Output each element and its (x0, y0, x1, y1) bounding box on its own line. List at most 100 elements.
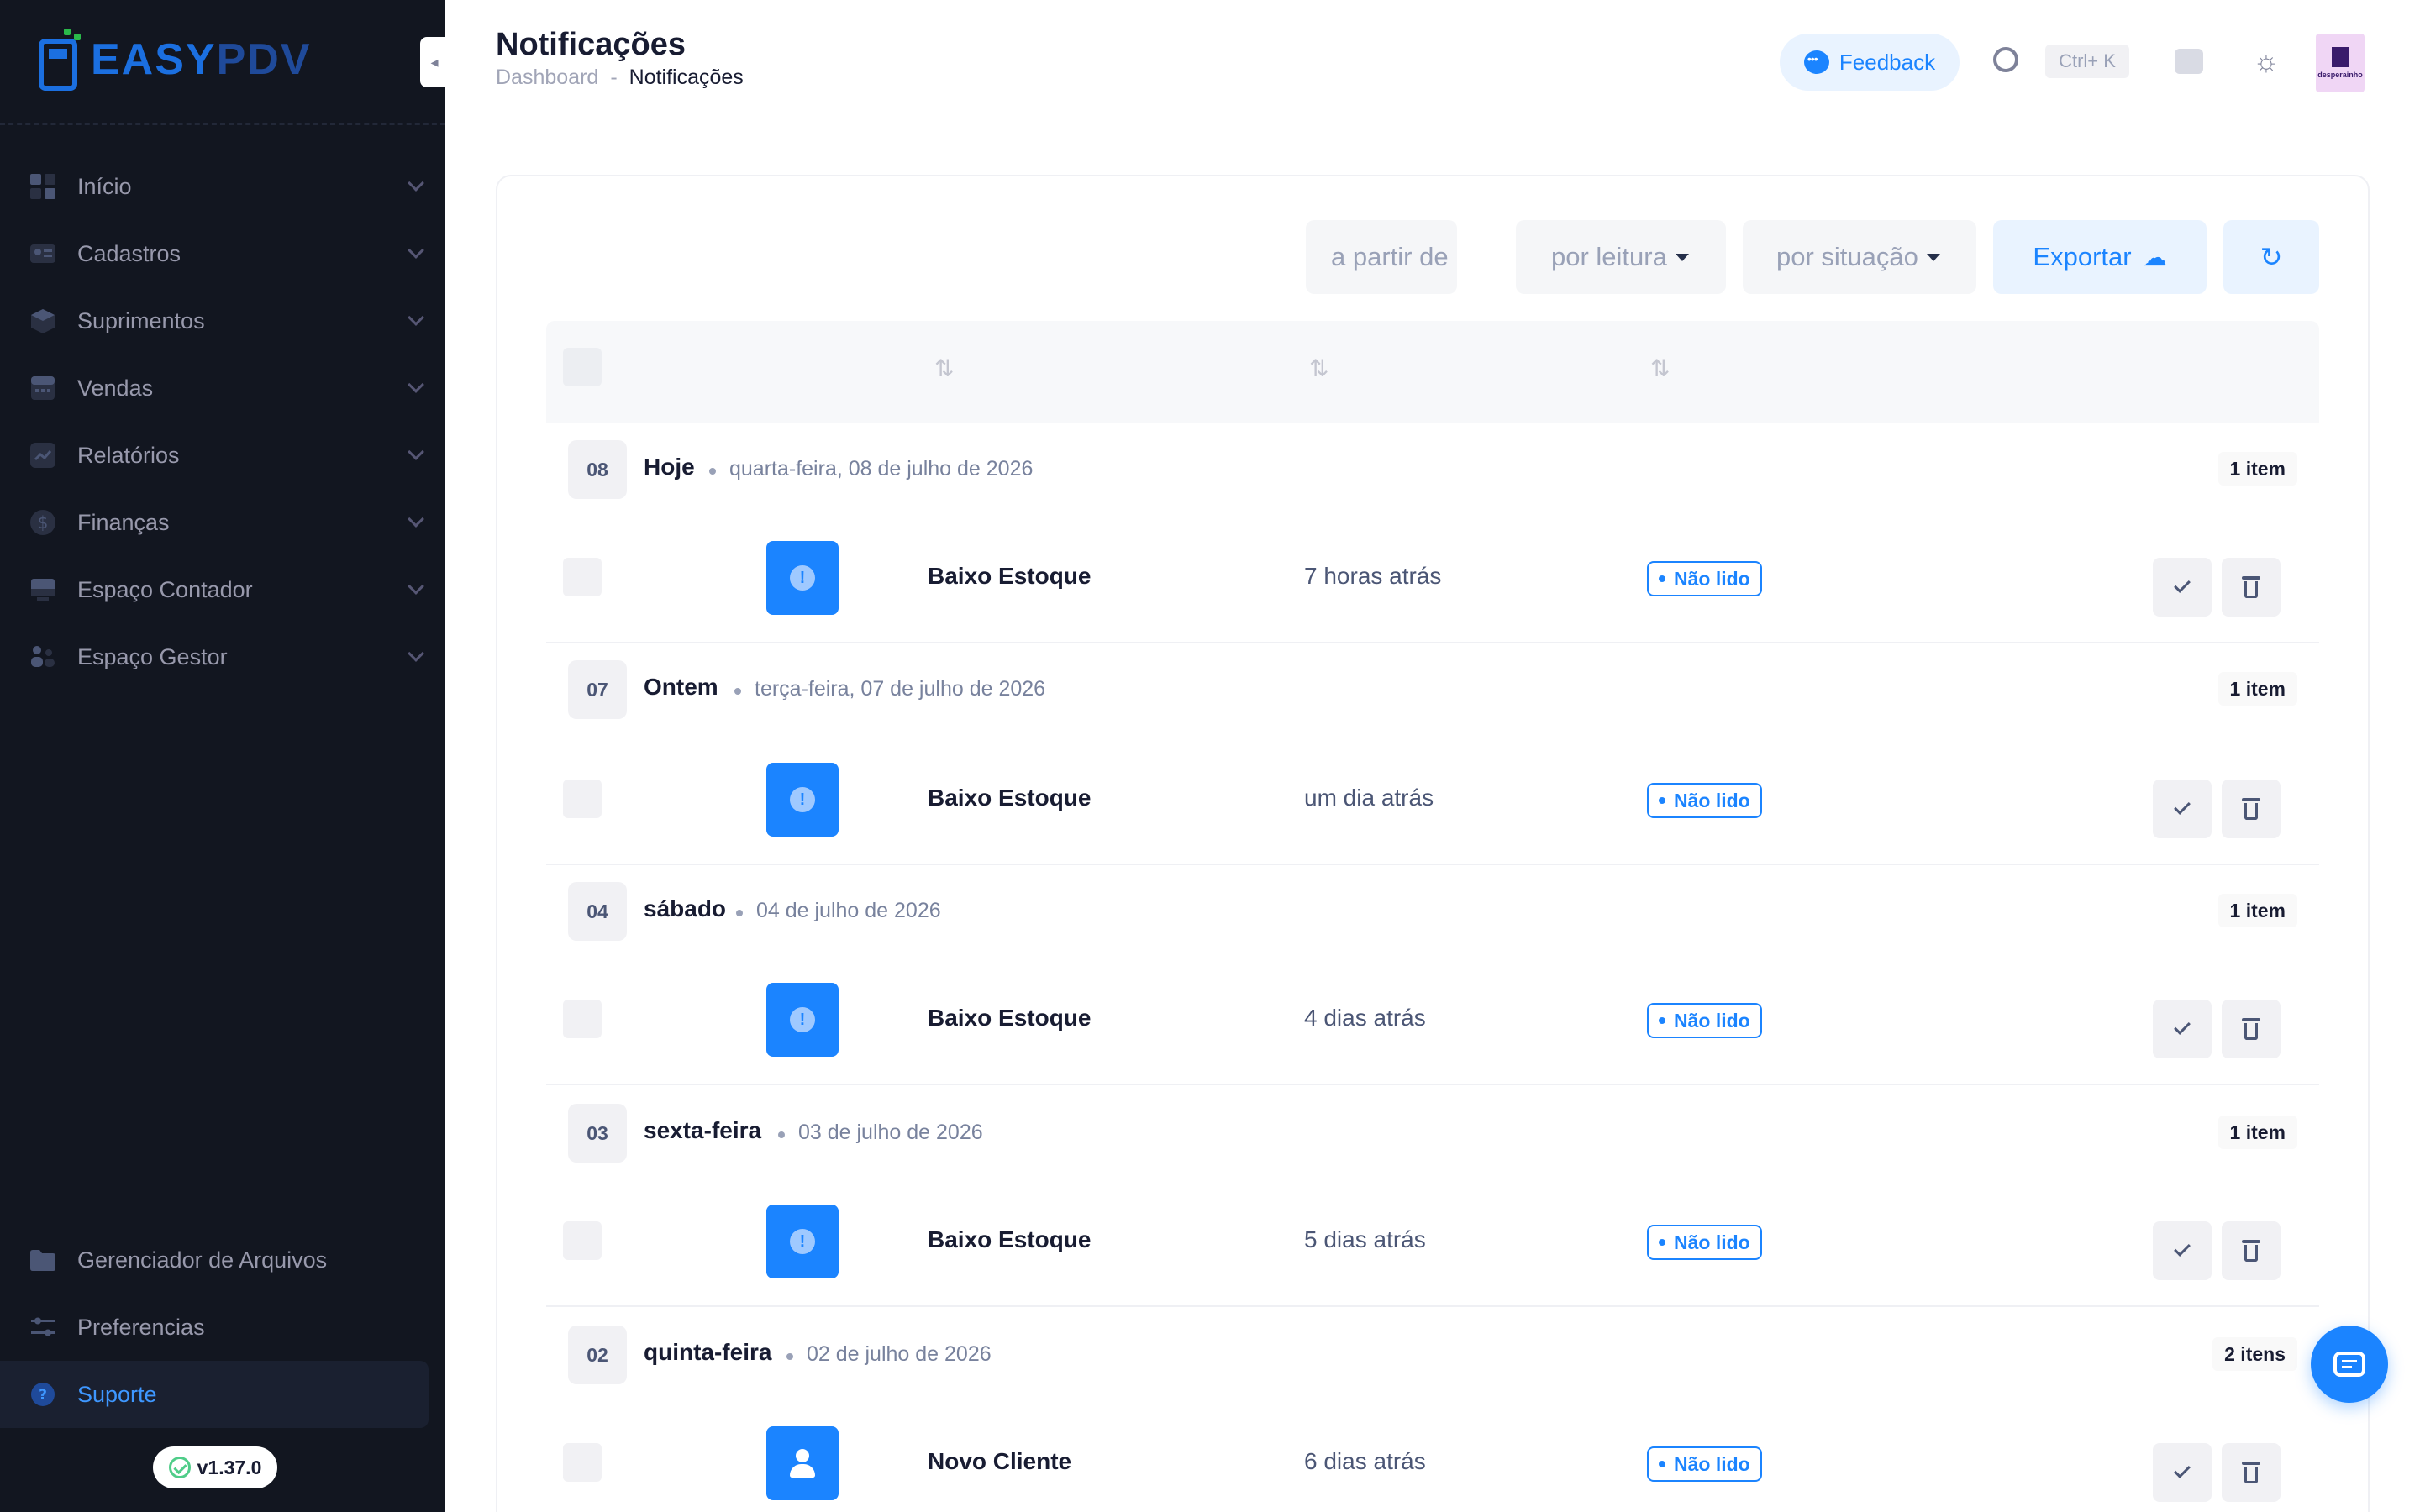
feedback-label: Feedback (1839, 49, 1936, 75)
chat-icon (2333, 1352, 2365, 1377)
refresh-button[interactable]: ↻ (2223, 220, 2319, 294)
separator-dot (736, 910, 743, 916)
check-icon (2174, 1018, 2191, 1035)
sidebar-item-espaco-contador[interactable]: Espaço Contador (0, 556, 445, 623)
support-chat-button[interactable] (2311, 1326, 2388, 1403)
notification-row[interactable]: ! Baixo Estoque 5 dias atrás Não lido (546, 1176, 2319, 1307)
calculator-icon (29, 374, 57, 402)
reading-filter-label: por leitura (1551, 242, 1667, 271)
search-icon[interactable] (1993, 47, 2018, 72)
sidebar-item-label: Preferencias (77, 1314, 205, 1340)
sidebar-nav: Início Cadastros Suprimentos Vendas Rela… (0, 153, 445, 690)
sidebar-toggle-button[interactable]: ◂ (420, 37, 449, 87)
brand-logo[interactable]: EASYPDV (39, 29, 312, 91)
sidebar-item-relatorios[interactable]: Relatórios (0, 422, 445, 489)
mark-read-button[interactable] (2153, 1443, 2212, 1502)
sidebar-item-inicio[interactable]: Início (0, 153, 445, 220)
day-date: 03 de julho de 2026 (798, 1121, 983, 1144)
sidebar-item-financas[interactable]: $ Finanças (0, 489, 445, 556)
day-group-header: 04 sábado 04 de julho de 2026 1 item (546, 865, 2319, 954)
chevron-down-icon (408, 242, 424, 259)
row-checkbox[interactable] (563, 1000, 602, 1038)
row-checkbox[interactable] (563, 780, 602, 818)
sidebar-item-espaco-gestor[interactable]: Espaço Gestor (0, 623, 445, 690)
sidebar-item-preferencias[interactable]: Preferencias (0, 1294, 445, 1361)
status-badge: Não lido (1647, 1446, 1762, 1482)
sidebar-item-vendas[interactable]: Vendas (0, 354, 445, 422)
item-count-badge: 1 item (2217, 894, 2297, 927)
status-badge: Não lido (1647, 783, 1762, 818)
status-filter-select[interactable]: por situação (1743, 220, 1976, 294)
sidebar-item-cadastros[interactable]: Cadastros (0, 220, 445, 287)
sun-icon[interactable]: ☼ (2252, 45, 2281, 77)
breadcrumb-current: Notificações (629, 66, 744, 89)
low-stock-icon: ! (766, 763, 839, 837)
sort-icon[interactable]: ⇅ (1309, 354, 1328, 382)
chevron-down-icon (408, 578, 424, 595)
delete-button[interactable] (2222, 1443, 2281, 1502)
sidebar-item-gerenciador-arquivos[interactable]: Gerenciador de Arquivos (0, 1226, 445, 1294)
chevron-down-icon (408, 511, 424, 528)
svg-text:?: ? (39, 1387, 47, 1404)
chevron-down-icon (408, 376, 424, 393)
delete-button[interactable] (2222, 780, 2281, 838)
chevron-down-icon (408, 309, 424, 326)
check-icon (2174, 1240, 2191, 1257)
mark-read-button[interactable] (2153, 780, 2212, 838)
low-stock-icon: ! (766, 983, 839, 1057)
breadcrumb: Dashboard - Notificações (496, 66, 744, 90)
sidebar-item-label: Cadastros (77, 240, 182, 266)
avatar[interactable]: desperainho (2316, 34, 2365, 92)
breadcrumb-dashboard[interactable]: Dashboard (496, 66, 598, 90)
mark-read-button[interactable] (2153, 558, 2212, 617)
delete-button[interactable] (2222, 558, 2281, 617)
date-filter-input[interactable]: a partir de (1306, 220, 1457, 294)
sidebar-item-label: Suprimentos (77, 307, 205, 333)
notification-row[interactable]: Novo Cliente 6 dias atrás Não lido (546, 1398, 2319, 1512)
mark-read-button[interactable] (2153, 1000, 2212, 1058)
chevron-down-icon (408, 645, 424, 662)
sort-icon[interactable]: ⇅ (1650, 354, 1670, 382)
day-group-header: 07 Ontem terça-feira, 07 de julho de 202… (546, 643, 2319, 732)
sidebar-item-label: Espaço Gestor (77, 643, 228, 669)
sidebar: EASYPDV Início Cadastros Suprimentos Ven… (0, 0, 445, 1512)
day-badge: 08 (568, 440, 627, 499)
trash-icon (2242, 1240, 2260, 1262)
chevron-left-icon: ◂ (430, 53, 439, 71)
status-badge: Não lido (1647, 1003, 1762, 1038)
reading-filter-select[interactable]: por leitura (1516, 220, 1726, 294)
trash-icon (2242, 576, 2260, 598)
day-group-header: 02 quinta-feira 02 de julho de 2026 2 it… (546, 1309, 2319, 1398)
delete-button[interactable] (2222, 1000, 2281, 1058)
notification-row[interactable]: ! Baixo Estoque 4 dias atrás Não lido (546, 954, 2319, 1085)
notification-time: 4 dias atrás (1304, 1005, 1426, 1031)
day-badge: 07 (568, 660, 627, 719)
sidebar-item-label: Início (77, 173, 132, 199)
users-icon (29, 643, 57, 671)
mark-read-button[interactable] (2153, 1221, 2212, 1280)
notification-row[interactable]: ! Baixo Estoque um dia atrás Não lido (546, 734, 2319, 865)
search-shortcut: Ctrl+ K (2045, 45, 2129, 78)
sidebar-item-label: Espaço Contador (77, 576, 253, 602)
notification-row[interactable]: ! Baixo Estoque 7 horas atrás Não lido (546, 512, 2319, 643)
sidebar-item-label: Relatórios (77, 442, 180, 468)
row-checkbox[interactable] (563, 1221, 602, 1260)
sort-icon[interactable]: ⇅ (934, 354, 954, 382)
caret-down-icon (1926, 253, 1940, 261)
sidebar-item-suporte[interactable]: ? Suporte (0, 1361, 429, 1428)
brand-name: EASYPDV (91, 35, 312, 84)
row-checkbox[interactable] (563, 1443, 602, 1482)
delete-button[interactable] (2222, 1221, 2281, 1280)
feedback-button[interactable]: Feedback (1780, 34, 1960, 91)
separator-dot (709, 468, 716, 475)
select-all-checkbox[interactable] (563, 348, 602, 386)
export-button[interactable]: Exportar ☁ (1993, 220, 2207, 294)
sidebar-item-label: Vendas (77, 375, 154, 401)
row-checkbox[interactable] (563, 558, 602, 596)
low-stock-icon: ! (766, 541, 839, 615)
separator-dot (734, 688, 741, 695)
pos-terminal-icon (39, 29, 84, 91)
table-header: ⇅ ⇅ ⇅ (546, 321, 2319, 423)
messages-icon[interactable] (2175, 49, 2203, 74)
sidebar-item-suprimentos[interactable]: Suprimentos (0, 287, 445, 354)
